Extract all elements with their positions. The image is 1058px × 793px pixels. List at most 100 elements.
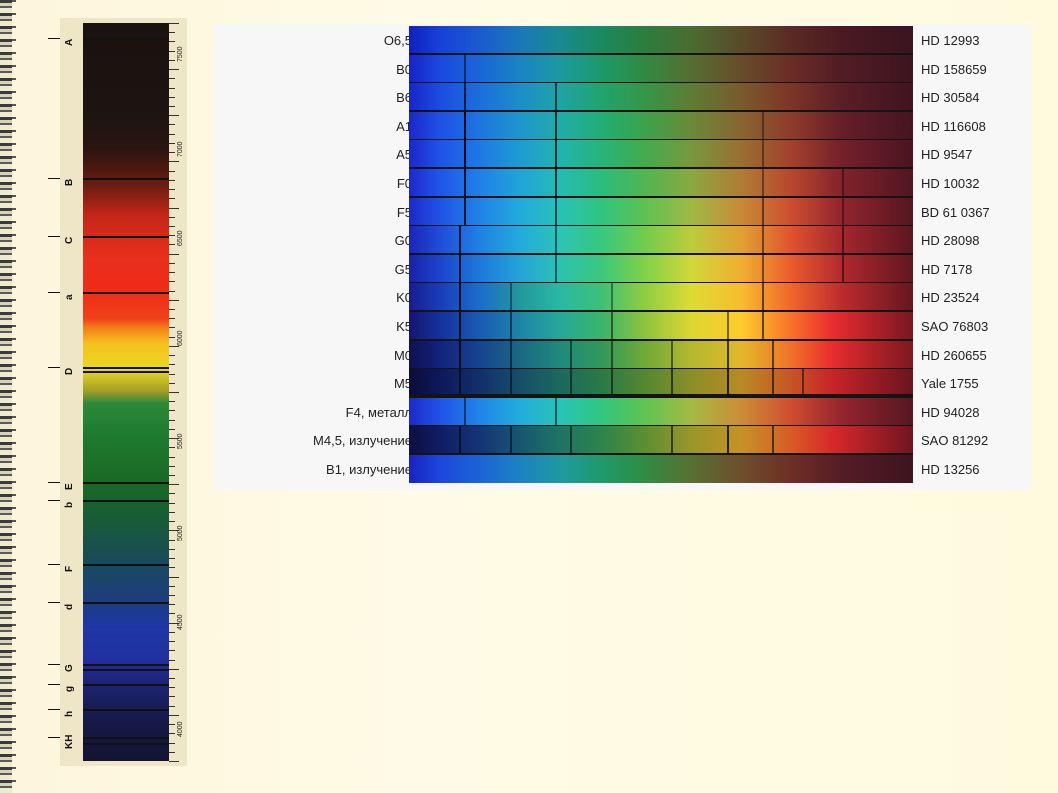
fraunhofer-label: A [64,38,75,46]
absorption-line [772,340,774,369]
absorption-line [762,283,764,312]
absorption-line [459,312,461,340]
wavelength-label: 4500 [177,614,184,630]
absorption-line [842,254,844,283]
spectrum-row: F5 BD 61 0367 [214,197,1031,226]
spectrum-strip [409,26,913,54]
wavelength-label: 6000 [177,330,184,346]
scale-tick [169,364,175,365]
scale-tick [169,724,175,725]
scale-tick [169,235,175,236]
solar-spectrum-strip [83,23,169,761]
scale-tick [169,475,175,476]
fraunhofer-line [83,602,169,604]
absorption-line [555,397,557,426]
spectrum-row: F0 HD 10032 [214,169,1031,197]
absorption-line [555,197,557,226]
absorption-line [611,283,613,312]
fraunhofer-tick [48,664,60,665]
absorption-line [762,226,764,255]
scale-tick [169,23,179,24]
fraunhofer-tick [48,236,60,237]
absorption-line [842,169,844,197]
star-catalog-label: HD 28098 [921,233,980,249]
fraunhofer-line [83,178,169,180]
absorption-line [459,340,461,369]
scale-tick [169,484,179,485]
absorption-line [459,254,461,283]
star-catalog-label: SAO 81292 [921,433,989,449]
spectrum-row: M4,5, излучение SAO 81292 [214,426,1031,455]
spectrum-strip [409,197,913,226]
star-catalog-label: HD 30584 [921,90,980,106]
scale-tick [169,217,175,218]
fraunhofer-line [83,500,169,502]
absorption-line [555,226,557,255]
fraunhofer-label: F [64,565,75,572]
absorption-line [671,369,673,398]
spectrum-row: O6,5 HD 12993 [214,26,1031,54]
absorption-line [464,140,466,169]
spectrum-strip [409,312,913,340]
scale-tick [169,41,175,42]
absorption-line [555,140,557,169]
scale-tick [169,318,175,319]
scale-tick [169,88,175,89]
spectral-class-label: F4, металл [345,404,412,420]
scale-tick [169,263,175,264]
scale-tick [169,244,175,245]
star-catalog-label: HD 13256 [921,462,980,477]
scale-tick [169,161,179,162]
absorption-line [464,111,466,140]
fraunhofer-line [83,292,169,294]
spectrum-strip [409,283,913,312]
scale-tick [169,171,175,172]
scale-tick [169,337,175,338]
absorption-line [762,312,764,340]
scale-tick [169,410,175,411]
fraunhofer-label: h [64,710,75,717]
absorption-line [727,426,729,455]
absorption-line [459,283,461,312]
scale-tick [169,327,175,328]
fraunhofer-label: B [64,178,75,186]
absorption-line [671,426,673,455]
absorption-line [570,426,572,455]
spectrum-strip [409,254,913,283]
scale-tick [169,392,179,393]
spectrum-row: K5 SAO 76803 [214,312,1031,340]
fraunhofer-line [83,684,169,686]
spectrum-strip [409,54,913,83]
fraunhofer-line [83,664,169,666]
scale-tick [169,678,175,679]
fraunhofer-ruler: A B Ca D Eb Fd Gg h KH 7500 7000 6500 6000 5500 5000 45… [48,18,187,766]
scale-tick [169,733,175,734]
scale-tick [169,291,175,292]
absorption-line [727,340,729,369]
fraunhofer-tick [48,500,60,501]
scale-tick [169,512,175,513]
scale-tick [169,586,175,587]
scale-tick [169,493,175,494]
scale-tick [169,521,175,522]
spectrum-row: M0 HD 260655 [214,340,1031,369]
absorption-line [611,369,613,398]
scale-tick [169,567,175,568]
scale-tick [169,208,179,209]
star-catalog-label: HD 12993 [921,33,980,48]
scale-tick [169,761,179,762]
absorption-line [555,83,557,112]
star-catalog-label: SAO 76803 [921,319,989,334]
fraunhofer-line [83,482,169,484]
scale-tick [169,540,175,541]
absorption-line [555,254,557,283]
star-catalog-label: HD 116608 [921,118,986,134]
fraunhofer-tick [48,602,60,603]
absorption-line [570,369,572,398]
fraunhofer-tick [48,684,60,685]
scale-tick [169,466,175,467]
star-catalog-label: BD 61 0367 [921,204,990,220]
fraunhofer-line [83,371,169,373]
absorption-line [464,83,466,112]
star-catalog-label: HD 9547 [921,147,973,163]
